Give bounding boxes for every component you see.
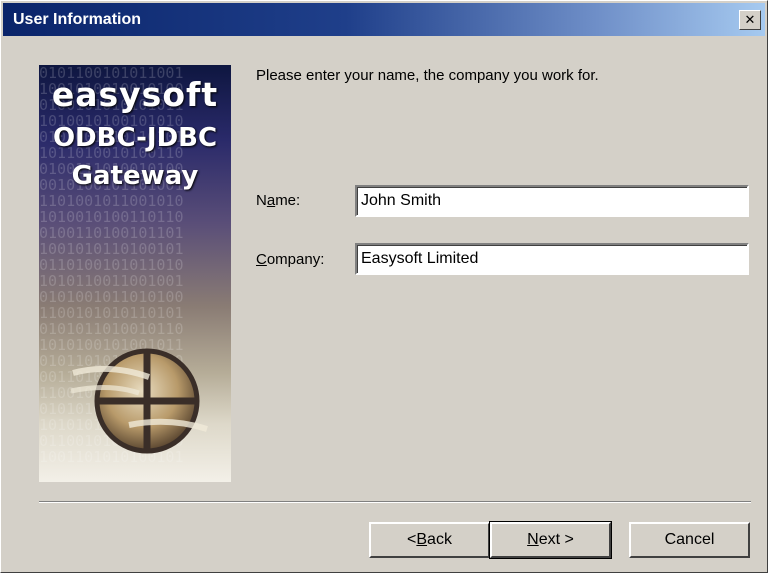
close-button[interactable]: ✕ (739, 10, 761, 30)
window-title: User Information (13, 11, 142, 28)
dialog-window: User Information ✕ 0101100101011001 1001… (0, 0, 768, 573)
easysoft-globe-logo-icon (70, 348, 208, 454)
instruction-text: Please enter your name, the company you … (256, 67, 599, 84)
name-label: Name: (256, 192, 301, 209)
product-name-line1: ODBC-JDBC (52, 123, 218, 153)
separator (39, 501, 751, 503)
product-name-line2: Gateway (71, 161, 199, 191)
back-button[interactable]: < Back (369, 522, 490, 558)
company-label: Company: (256, 251, 325, 268)
cancel-button[interactable]: Cancel (629, 522, 750, 558)
company-field[interactable] (355, 243, 749, 275)
product-banner: 0101100101011001 1001010010010100 010010… (39, 65, 231, 482)
title-bar[interactable]: User Information ✕ (3, 3, 765, 36)
next-button[interactable]: Next > (489, 521, 612, 559)
close-icon: ✕ (744, 12, 756, 28)
name-field[interactable] (355, 185, 749, 217)
brand-name: easysoft (51, 75, 219, 114)
